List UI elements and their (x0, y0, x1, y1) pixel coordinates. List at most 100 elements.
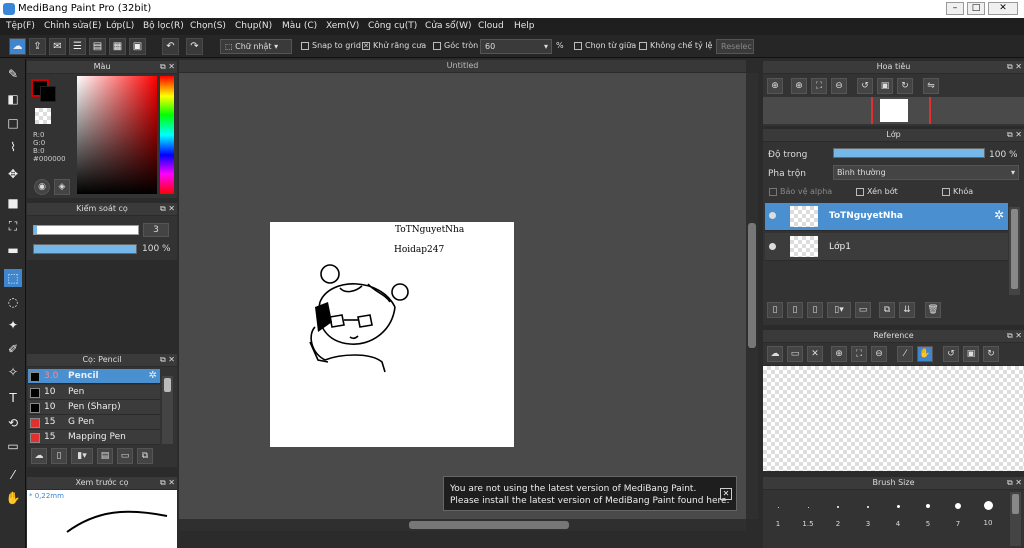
magic-wand-tool-icon[interactable]: ✦ (4, 316, 22, 334)
eyedropper-icon[interactable]: ⁄ (897, 346, 913, 362)
menu-cloud[interactable]: Cloud (478, 21, 504, 31)
text-tool-icon[interactable]: T (4, 389, 22, 407)
zoom-in-icon[interactable]: ⊕ (831, 346, 847, 362)
brush-size-option[interactable]: 1.5 (794, 493, 822, 529)
corner-value-dropdown[interactable]: 60 ▾ (480, 39, 552, 54)
canvas-horizontal-scrollbar[interactable] (179, 519, 746, 531)
fit-window-icon[interactable]: ⛶ (851, 346, 867, 362)
list-icon[interactable]: ▦ (109, 38, 126, 55)
page-icon[interactable]: ▤ (89, 38, 106, 55)
duplicate-layer-icon[interactable]: ⧉ (879, 302, 895, 318)
antialias-checkbox[interactable]: ✕ Khử răng cưa (362, 41, 426, 50)
menu-file[interactable]: Tệp(F) (6, 21, 35, 31)
menu-help[interactable]: Help (514, 21, 535, 31)
new-8bit-layer-icon[interactable]: ▯ (787, 302, 803, 318)
minimize-button[interactable]: – (946, 2, 964, 15)
lock-checkbox[interactable]: Khóa (942, 187, 973, 196)
rotate-right-icon[interactable]: ↻ (897, 78, 913, 94)
hand-icon[interactable]: ✋ (917, 346, 933, 362)
dot-tool-icon[interactable]: ⌇ (4, 138, 22, 156)
hand-tool-icon[interactable]: ✋ (4, 489, 22, 507)
brush-size-option[interactable]: 2 (824, 493, 852, 529)
panel-detach-close-icons[interactable]: ⧉ ✕ (1007, 129, 1022, 141)
close-window-button[interactable]: ✕ (988, 2, 1018, 15)
redo-icon[interactable]: ↷ (186, 38, 203, 55)
select-pen-tool-icon[interactable]: ✐ (4, 340, 22, 358)
rotate-right-icon[interactable]: ↻ (983, 346, 999, 362)
blend-mode-dropdown[interactable]: Bình thường ▾ (833, 165, 1019, 180)
panel-detach-close-icons[interactable]: ⧉ ✕ (1007, 330, 1022, 342)
brush-size-option[interactable]: 10 (974, 493, 1002, 529)
notice-close-button[interactable]: ✕ (720, 488, 732, 500)
new-brush-icon[interactable]: ▯ (51, 448, 67, 464)
brush-size-value[interactable]: 3 (143, 223, 169, 237)
layers-scrollbar[interactable] (1009, 207, 1020, 295)
eyedropper-tool-icon[interactable]: ⁄ (4, 466, 22, 484)
canvas-tab[interactable]: Untitled (179, 60, 746, 72)
zoom-in-icon[interactable]: ⊕ (767, 78, 783, 94)
panel-detach-close-icons[interactable]: ⧉ ✕ (1007, 61, 1022, 73)
zoom-out-icon[interactable]: ⊖ (871, 346, 887, 362)
brush-size-scrollbar[interactable] (1010, 492, 1021, 546)
close-icon[interactable]: ✕ (807, 346, 823, 362)
duplicate-icon[interactable]: ⧉ (137, 448, 153, 464)
panel-detach-close-icons[interactable]: ⧉ ✕ (160, 61, 175, 73)
operation-tool-icon[interactable]: ⟲ (4, 414, 22, 432)
reset-view-icon[interactable]: ▣ (877, 78, 893, 94)
move-tool-icon[interactable]: ✥ (4, 165, 22, 183)
layer-item[interactable]: ToTNguyetNha ✲ (765, 203, 1008, 231)
panel-detach-close-icons[interactable]: ⧉ ✕ (160, 477, 175, 489)
rectangle-tool-icon[interactable]: □ (4, 114, 22, 132)
undo-icon[interactable]: ↶ (162, 38, 179, 55)
visibility-icon[interactable] (769, 243, 776, 250)
menu-color[interactable]: Màu (C) (282, 21, 317, 31)
brush-settings-icon[interactable]: ▤ (97, 448, 113, 464)
eraser-tool-icon[interactable]: ◧ (4, 90, 22, 108)
menu-select[interactable]: Chọn(S) (190, 21, 226, 31)
rotate-left-icon[interactable]: ↺ (943, 346, 959, 362)
reference-canvas[interactable] (763, 366, 1024, 471)
brush-size-option[interactable]: 4 (884, 493, 912, 529)
transparent-color-swatch[interactable] (35, 108, 51, 124)
fill-shape-tool-icon[interactable]: ■ (4, 194, 22, 212)
brush-item-pencil[interactable]: 3.0 Pencil ✲ (28, 369, 160, 384)
zoom-in-icon[interactable]: ⊕ (791, 78, 807, 94)
gradient-tool-icon[interactable]: ▬ (4, 241, 22, 259)
menu-view[interactable]: Xem(V) (326, 21, 359, 31)
menu-window[interactable]: Cửa sổ(W) (425, 21, 471, 31)
brush-size-slider[interactable] (33, 225, 139, 235)
add-layer-menu-icon[interactable]: ▯▾ (827, 302, 851, 318)
panel-detach-close-icons[interactable]: ⧉ ✕ (160, 354, 175, 366)
share-icon[interactable]: ⇪ (29, 38, 46, 55)
center-select-checkbox[interactable]: Chọn từ giữa (574, 41, 636, 50)
color-settings-icon[interactable]: ◈ (54, 179, 70, 195)
gear-icon[interactable]: ✲ (149, 370, 157, 381)
lasso-tool-icon[interactable]: ◌ (4, 293, 22, 311)
flip-icon[interactable]: ⇋ (923, 78, 939, 94)
add-brush-cloud-icon[interactable]: ☁ (31, 448, 47, 464)
panel-detach-close-icons[interactable]: ⧉ ✕ (1007, 477, 1022, 489)
cloud-icon[interactable]: ☁ (9, 38, 26, 55)
menu-edit[interactable]: Chỉnh sửa(E) (44, 21, 101, 31)
update-notice[interactable]: You are not using the latest version of … (443, 476, 737, 511)
palette-icon[interactable]: ◉ (34, 179, 50, 195)
brush-tool-icon[interactable]: ✎ (4, 65, 22, 83)
add-brush-menu-icon[interactable]: ▮▾ (71, 448, 93, 464)
menu-tools[interactable]: Công cụ(T) (368, 21, 417, 31)
menu-filter[interactable]: Bộ lọc(R) (143, 21, 184, 31)
bucket-tool-icon[interactable]: ⛶ (4, 217, 22, 235)
folder-icon[interactable]: ▭ (117, 448, 133, 464)
keep-ratio-checkbox[interactable]: Không chế tỷ lệ (639, 41, 712, 50)
open-folder-icon[interactable]: ▭ (787, 346, 803, 362)
hue-slider[interactable] (160, 76, 174, 194)
fit-window-icon[interactable]: ⛶ (811, 78, 827, 94)
secondary-color-swatch[interactable] (40, 86, 56, 102)
round-corner-checkbox[interactable]: Góc tròn (433, 41, 478, 50)
reselect-button[interactable]: Reselec (716, 39, 754, 54)
layer-folder-icon[interactable]: ▭ (855, 302, 871, 318)
brush-size-option[interactable]: 1 (764, 493, 792, 529)
divide-tool-icon[interactable]: ▭ (4, 437, 22, 455)
brush-item-pen[interactable]: 10 Pen (28, 385, 160, 400)
document-canvas[interactable]: ToTNguyetNha Hoidap247 (270, 222, 514, 447)
maximize-button[interactable]: □ (967, 2, 985, 15)
